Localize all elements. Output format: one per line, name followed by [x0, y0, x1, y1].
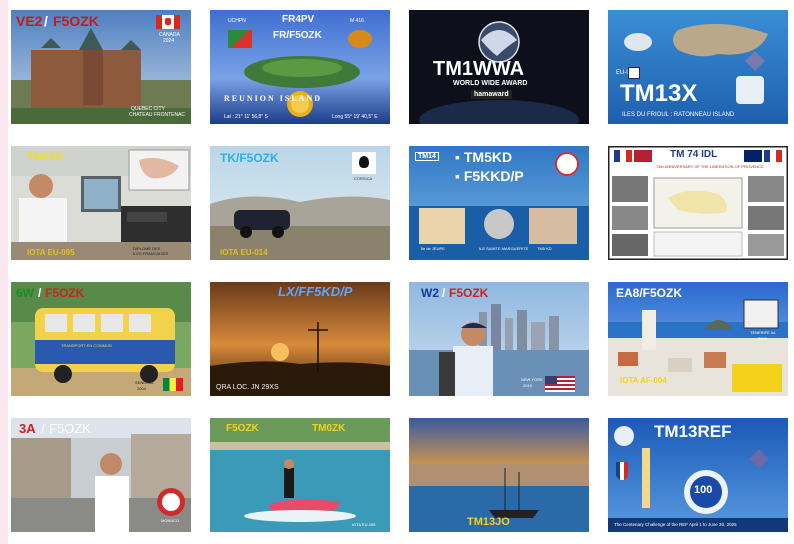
award-subtitle: WORLD WIDE AWARD — [453, 80, 528, 87]
callsign-main: TM13X — [620, 80, 698, 107]
monaco-harbour-photo — [11, 418, 191, 532]
club-logo-icon — [555, 152, 579, 176]
qsl-card-tm13jo[interactable]: TM13JO — [409, 418, 589, 532]
radio-shack-photo — [11, 146, 191, 260]
iota-reference: IOTA EU-014 — [220, 248, 268, 257]
qsl-card-tm0zk[interactable]: TM0ZK DIPLOME DES ILES FRANCAISES IOTA E… — [11, 146, 191, 260]
centenary-caption: The Centenary Challenge of the REF April… — [614, 522, 737, 527]
qra-locator: QRA LOC. JN 29XS — [216, 384, 279, 391]
corsica-flag-icon — [352, 152, 376, 174]
year-label: 2019 — [523, 383, 532, 388]
hamaward-brand: hamaward — [471, 90, 512, 99]
page-edge-strip — [0, 0, 8, 544]
callsign-suffix: F5OZK — [45, 286, 85, 300]
m-number-label: M 416 — [350, 18, 364, 24]
reunion-flag-icon — [228, 30, 252, 48]
island-label: TENERIFE Isl. — [750, 330, 777, 335]
marseille-coat-of-arms-icon — [736, 76, 764, 104]
callsign-prefix: W2 — [421, 286, 439, 300]
callsign-main: F5OZK — [226, 423, 259, 434]
canada-flag-icon — [156, 15, 180, 29]
jet-ski-photo — [210, 418, 390, 532]
bus-lettering: TRANSPORT EN COMMUN — [61, 343, 112, 348]
iota-reference: IOTA AF-004 — [620, 376, 667, 385]
callsign-secondary: ▪ F5KKD/P — [455, 168, 524, 184]
callsign-main: FR4PV — [282, 14, 315, 25]
callsign-main: LX/FF5KD/P — [278, 284, 353, 299]
photo-caption-1: Île de JEUPE — [421, 246, 445, 251]
photo-caption-3: TM5 KD — [537, 246, 552, 251]
uk-flag-icon — [744, 150, 762, 162]
photo-caption-2: ILE SAINTE MARGUERITE — [479, 246, 529, 251]
usa-flag-icon — [634, 150, 652, 162]
centenary-badge: 100 — [694, 484, 713, 496]
anniversary-subtitle: 74th ANNIVERSARY OF THE LIBERATION OF PR… — [656, 164, 764, 169]
callsign-suffix: F5OZK — [449, 286, 489, 300]
iota-badge-icon — [628, 67, 640, 79]
qsl-card-ea8-f5ozk[interactable]: EA8/F5OZK TENERIFE Isl. 2023 IOTA AF-004 — [608, 282, 788, 396]
callsign-main: TM0ZK — [27, 151, 64, 163]
callsign-secondary: TM0ZK — [312, 423, 346, 434]
qsl-card-fr4pv[interactable]: FR4PV FR/F5OZK UCHPN M 416 REUNION ISLAN… — [210, 10, 390, 124]
callsign-main: TM1WWA — [433, 58, 525, 80]
qsl-card-tk-f5ozk[interactable]: TK/F5OZK CORSICA IOTA EU-014 — [210, 146, 390, 260]
callsign-suffix: F5OZK — [53, 13, 99, 29]
callsign-secondary: FR/F5OZK — [273, 30, 322, 41]
latitude-label: Lat : 21° 11' 56,8" S — [224, 114, 268, 120]
marseille-harbour-photo — [409, 418, 589, 532]
callsign-prefix: 6W — [16, 286, 34, 300]
year-label: 2004 — [137, 386, 146, 391]
qsl-card-tm1wwa[interactable]: TM1WWA WORLD WIDE AWARD hamaward — [409, 10, 589, 124]
landmark-label: CHATEAU FRONTENAC — [129, 112, 186, 118]
callsign-separator: / — [44, 13, 48, 29]
qsl-card-6w-f5ozk[interactable]: 6W / F5OZK TRANSPORT EN COMMUN SENEGAL 2… — [11, 282, 191, 396]
diploma-label-2: ILES FRANCAISES — [133, 251, 169, 256]
uchpn-label: UCHPN — [228, 18, 246, 24]
monaco-label: MONACO — [161, 518, 179, 523]
iota-reference: IOTA EU-095 — [352, 522, 376, 527]
qsl-card-tm74idl[interactable]: TM 74 IDL 74th ANNIVERSARY OF THE LIBERA… — [608, 146, 788, 260]
island-title: REUNION ISLAND — [224, 94, 323, 103]
callsign-suffix: F5OZK — [49, 421, 91, 436]
region-label: CORSICA — [354, 176, 373, 181]
callsign-main: ▪ TM5KD — [455, 149, 513, 165]
callsign-main: TK/F5OZK — [220, 151, 279, 165]
reunion-island-view — [210, 10, 390, 124]
senegal-flag-icon — [163, 378, 183, 391]
city-label: NEW YORK — [521, 377, 543, 382]
year-label: 2024 — [163, 38, 175, 44]
qsl-card-tm5kd[interactable]: TM14 ▪ TM5KD ▪ F5KKD/P Île de JEUPE ILE … — [409, 146, 589, 260]
qsl-card-3a-f5ozk[interactable]: 3A / F5OZK MONACO — [11, 418, 191, 532]
year-label: 2023 — [758, 336, 767, 341]
qsl-card-ve2-f5ozk[interactable]: VE2 / F5OZK CANADA 2024 QUEBEC CITY CHAT… — [11, 10, 191, 124]
callsign-prefix: VE2 — [16, 13, 43, 29]
callsign-separator: / — [41, 421, 45, 436]
iota-reference: IOTA EU-095 — [27, 248, 75, 257]
country-label: SENEGAL — [135, 380, 154, 385]
qsl-card-tm13x[interactable]: EU-095 TM13X ILES DU FRIOUL : RATONNEAU … — [608, 10, 788, 124]
award-medallion-icon — [348, 30, 372, 48]
callsign-main: EA8/F5OZK — [616, 286, 683, 300]
qsl-card-f5ozk-tm0zk[interactable]: F5OZK TM0ZK IOTA EU-095 — [210, 418, 390, 532]
tm14-tag: TM14 — [415, 152, 439, 161]
island-caption: ILES DU FRIOUL : RATONNEAU ISLAND — [622, 112, 735, 118]
qsl-card-w2-f5ozk[interactable]: W2 / F5OZK NEW YORK 2019 — [409, 282, 589, 396]
qsl-card-lx-ff5kd-p[interactable]: LX/FF5KD/P QRA LOC. JN 29XS — [210, 282, 390, 396]
qsl-card-tm13ref[interactable]: TM13REF 100 The Centenary Challenge of t… — [608, 418, 788, 532]
france-flag-icon — [614, 150, 632, 162]
sunset-antenna-photo — [210, 282, 390, 396]
france-flag-icon-2 — [764, 150, 782, 162]
callsign-main: TM 74 IDL — [670, 149, 718, 160]
longitude-label: Long 55° 19' 40,5" E — [332, 114, 378, 120]
french-shield-icon — [616, 462, 628, 480]
callsign-prefix: 3A — [19, 421, 36, 436]
usa-flag-icon — [545, 376, 575, 392]
callsign-main: TM13JO — [467, 516, 510, 528]
callsign-separator: / — [442, 286, 446, 300]
callsign-main: TM13REF — [654, 422, 732, 441]
callsign-separator: / — [38, 286, 42, 300]
